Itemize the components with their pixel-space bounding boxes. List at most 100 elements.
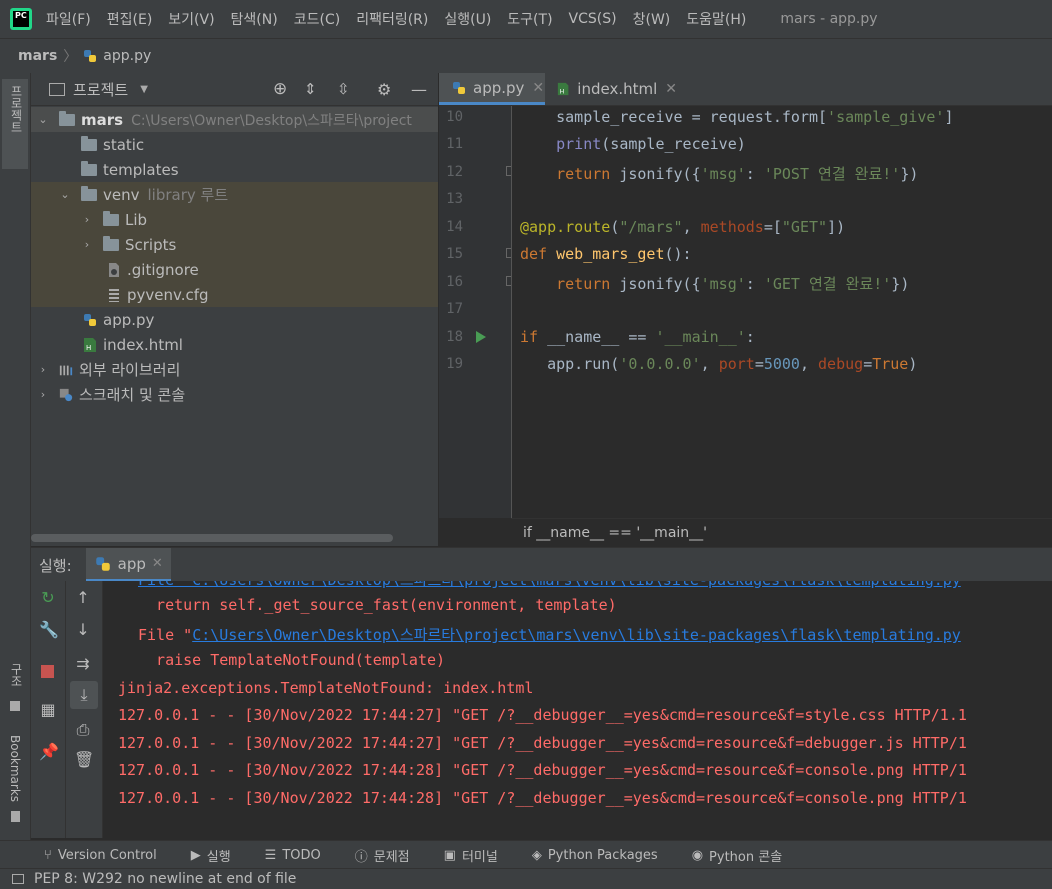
chevron-right-icon[interactable]: ›: [37, 388, 49, 401]
html-file-icon: H: [84, 337, 96, 352]
menu-navigate[interactable]: 탐색(N): [231, 9, 278, 29]
folder-icon: [59, 110, 75, 126]
bookmarks-tool-label[interactable]: Bookmarks: [8, 735, 22, 802]
menu-view[interactable]: 보기(V): [168, 9, 214, 29]
menu-file[interactable]: 파일(F): [46, 9, 91, 29]
pin-icon[interactable]: 📌: [39, 743, 59, 761]
menu-bar: PC 파일(F) 편집(E) 보기(V) 탐색(N) 코드(C) 리팩터링(R)…: [0, 0, 1052, 38]
tree-item-label: index.html: [103, 335, 183, 354]
chevron-down-icon[interactable]: ⌄: [59, 188, 71, 201]
scroll-to-end-button[interactable]: ⤓: [70, 681, 98, 709]
tab-index-html[interactable]: H index.html ✕: [547, 73, 677, 105]
console-line[interactable]: File "C:\Users\Owner\Desktop\스파르타\projec…: [138, 581, 961, 590]
tree-item-venv[interactable]: ⌄ venv library 루트: [31, 182, 438, 207]
tree-item-lib[interactable]: › Lib: [31, 207, 438, 232]
menu-refactor[interactable]: 리팩터링(R): [356, 9, 428, 29]
tab-app-py[interactable]: app.py ✕: [439, 73, 545, 105]
tool-python-console[interactable]: ◉ Python 콘솔: [692, 846, 782, 865]
code-editor[interactable]: sample_receive = request.form['sample_gi…: [511, 106, 1052, 518]
tool-window-bar: ⑂ Version Control ▶ 실행 ☰ TODO ⓘ 문제점 ▣ 터미널 ◈ Py…: [0, 840, 1052, 869]
close-icon[interactable]: ✕: [665, 81, 677, 97]
chevron-down-icon[interactable]: ▼: [140, 84, 148, 95]
layout-icon[interactable]: ▦: [39, 701, 57, 719]
code-line: sample_receive = request.form['sample_gi…: [520, 108, 954, 126]
editor-context[interactable]: if __name__ == '__main__': [523, 525, 707, 541]
tree-item-templates[interactable]: templates: [31, 157, 438, 182]
python-file-icon: [84, 50, 97, 62]
menu-run[interactable]: 실행(U): [444, 9, 491, 29]
run-toolbar-secondary: ↑ ↓ ⇉ ⤓ ⎙ 🗑: [66, 581, 103, 838]
run-panel-label: 실행:: [39, 556, 72, 575]
menu-code[interactable]: 코드(C): [294, 9, 340, 29]
menu-tools[interactable]: 도구(T): [507, 9, 552, 29]
project-tree: ⌄ mars C:\Users\Owner\Desktop\스파르타\proje…: [31, 106, 438, 546]
window-title: mars - app.py: [780, 11, 878, 27]
tree-item-external-libraries[interactable]: › 외부 라이브러리: [31, 357, 438, 382]
soft-wrap-icon[interactable]: ⇉: [74, 655, 92, 673]
tool-run[interactable]: ▶ 실행: [191, 846, 231, 865]
project-tool-button[interactable]: 프로젝트: [2, 79, 28, 169]
tree-item-label: venv: [103, 185, 140, 204]
line-number: 18: [446, 329, 463, 345]
terminal-icon: ▣: [443, 847, 456, 863]
html-file-icon: H: [557, 82, 569, 95]
arrow-up-icon[interactable]: ↑: [74, 589, 92, 607]
tool-todo[interactable]: ☰ TODO: [265, 848, 321, 863]
tree-item-gitignore[interactable]: .gitignore: [31, 257, 438, 282]
horizontal-scrollbar[interactable]: [31, 534, 393, 542]
close-icon[interactable]: ✕: [532, 80, 544, 96]
run-tab-app[interactable]: app ✕: [85, 548, 171, 582]
locate-icon[interactable]: ⊕: [273, 79, 287, 99]
gear-icon[interactable]: ⚙: [377, 80, 391, 99]
tree-item-app-py[interactable]: app.py: [31, 307, 438, 332]
code-line: print(sample_receive): [556, 135, 746, 153]
list-icon: ☰: [264, 847, 277, 863]
arrow-down-icon[interactable]: ↓: [74, 621, 92, 639]
rerun-icon[interactable]: ↻: [39, 589, 57, 607]
hide-icon[interactable]: —: [411, 80, 427, 99]
folder-icon: [103, 210, 119, 226]
run-gutter-icon[interactable]: [475, 330, 487, 344]
tree-item-index-html[interactable]: H index.html: [31, 332, 438, 357]
print-icon[interactable]: ⎙: [74, 721, 92, 739]
python-file-icon: [84, 313, 96, 326]
console-file-link[interactable]: C:\Users\Owner\Desktop\스파르타\project\mars…: [192, 626, 961, 644]
editor-gutter: 10 11 12 13 14 15 16 17 18 19: [439, 106, 514, 518]
status-message: PEP 8: W292 no newline at end of file: [34, 871, 297, 887]
menu-window[interactable]: 창(W): [633, 9, 671, 29]
breadcrumb-project[interactable]: mars: [18, 48, 57, 64]
tool-python-packages[interactable]: ◈ Python Packages: [532, 848, 658, 863]
expand-all-icon[interactable]: ⇕: [304, 80, 317, 98]
project-panel-title[interactable]: 프로젝트: [73, 79, 128, 100]
close-icon[interactable]: ✕: [152, 556, 163, 571]
menu-edit[interactable]: 편집(E): [107, 9, 153, 29]
console-line: File "C:\Users\Owner\Desktop\스파르타\projec…: [138, 624, 961, 645]
trash-icon[interactable]: 🗑: [74, 751, 94, 769]
toggle-panels-icon[interactable]: [12, 874, 24, 884]
chevron-right-icon[interactable]: ›: [81, 238, 93, 251]
run-console[interactable]: File "C:\Users\Owner\Desktop\스파르타\projec…: [103, 581, 1052, 838]
wrench-icon[interactable]: 🔧: [39, 621, 59, 639]
menu-help[interactable]: 도움말(H): [686, 9, 746, 29]
console-line: jinja2.exceptions.TemplateNotFound: inde…: [118, 679, 534, 697]
tool-version-control[interactable]: ⑂ Version Control: [44, 848, 157, 863]
tree-item-static[interactable]: static: [31, 132, 438, 157]
structure-tool-label[interactable]: 구조: [8, 663, 25, 687]
chevron-right-icon[interactable]: ›: [81, 213, 93, 226]
tree-item-pyvenv[interactable]: pyvenv.cfg: [31, 282, 438, 307]
stop-icon[interactable]: [41, 665, 54, 678]
tree-item-scripts[interactable]: › Scripts: [31, 232, 438, 257]
tool-terminal[interactable]: ▣ 터미널: [444, 846, 498, 865]
structure-icon: [10, 701, 20, 711]
breadcrumb-file[interactable]: app.py: [103, 48, 151, 64]
breadcrumb: mars 〉 app.py: [0, 38, 1052, 73]
chevron-right-icon[interactable]: ›: [37, 363, 49, 376]
chevron-down-icon[interactable]: ⌄: [37, 113, 49, 126]
collapse-all-icon[interactable]: ⇳: [337, 80, 350, 98]
tree-item-mars[interactable]: ⌄ mars C:\Users\Owner\Desktop\스파르타\proje…: [31, 107, 438, 132]
tree-item-scratches[interactable]: › 스크래치 및 콘솔: [31, 382, 438, 407]
tree-item-note: library 루트: [147, 186, 229, 204]
tool-problems[interactable]: ⓘ 문제점: [355, 846, 410, 865]
menu-vcs[interactable]: VCS(S): [569, 11, 617, 27]
tree-item-path: C:\Users\Owner\Desktop\스파르타\project: [131, 112, 412, 129]
